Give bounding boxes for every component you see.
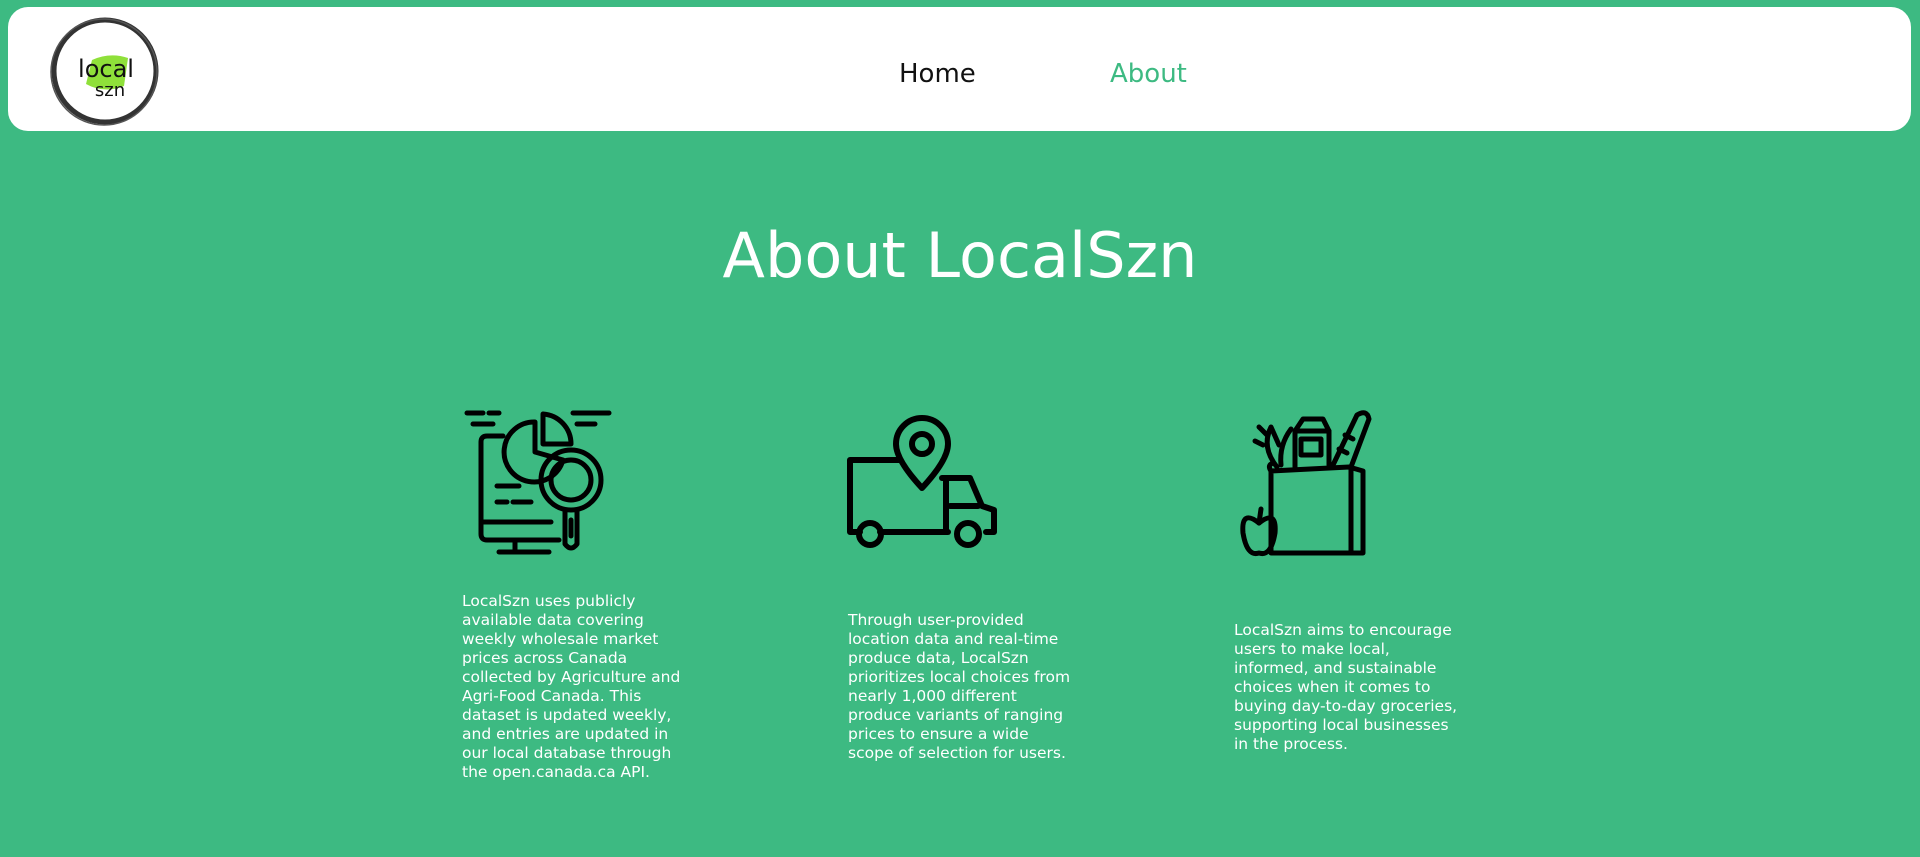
data-analytics-icon	[463, 408, 613, 556]
logo-text-szn: szn	[95, 80, 125, 101]
logo-mark: local szn	[50, 17, 159, 126]
feature-text-mission: LocalSzn aims to encourage users to make…	[1234, 621, 1458, 753]
feature-text-data-source: LocalSzn uses publicly available data co…	[462, 592, 681, 781]
delivery-truck-location-icon	[846, 414, 1000, 549]
navbar: local szn Home About	[8, 7, 1911, 131]
feature-text-location: Through user-provided location data and …	[848, 611, 1071, 762]
grocery-bag-icon	[1237, 405, 1382, 560]
localszn-logo[interactable]: local szn	[48, 14, 163, 129]
nav-about-link[interactable]: About	[1110, 61, 1187, 87]
logo-text-local: local	[78, 55, 134, 83]
nav-home-link[interactable]: Home	[899, 61, 976, 87]
page-title: About LocalSzn	[722, 219, 1198, 292]
